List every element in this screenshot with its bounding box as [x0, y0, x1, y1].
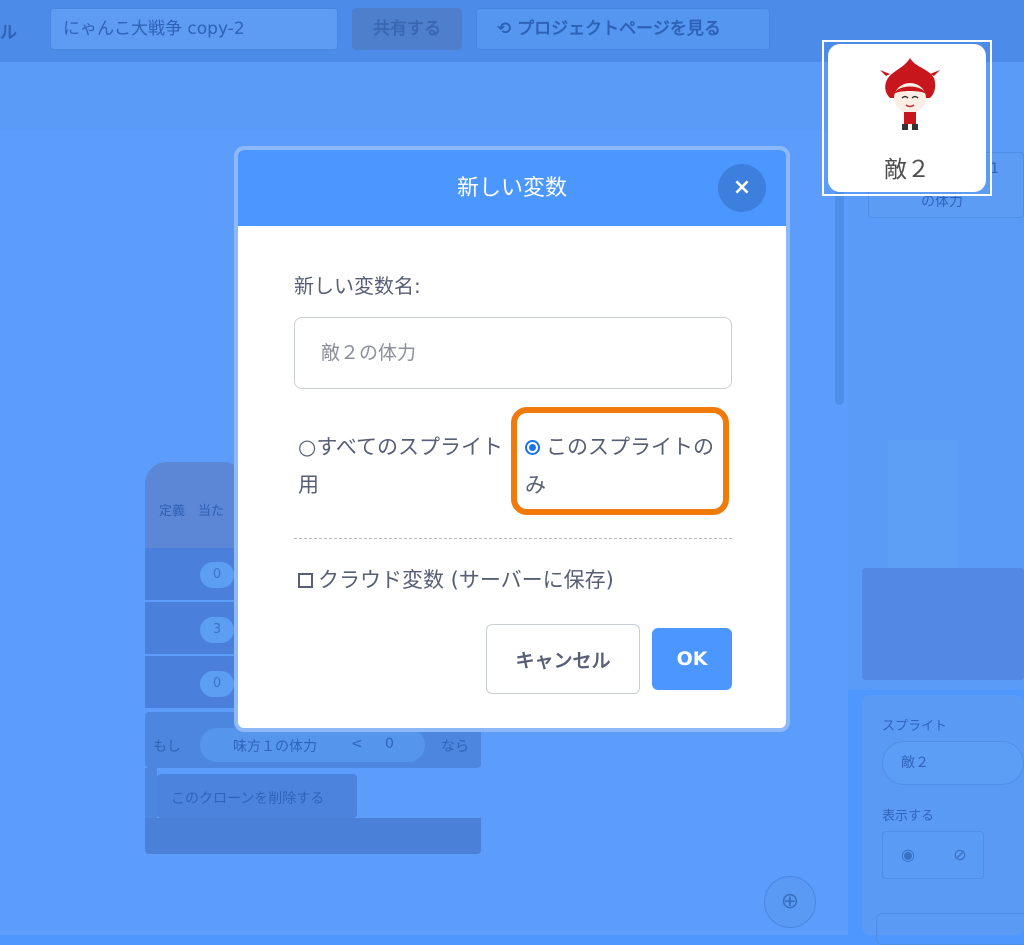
if-label: もし [153, 739, 181, 755]
if-block-side [145, 768, 157, 818]
see-project-icon: ⟲ [497, 19, 518, 39]
define-label: 定義 当た [159, 504, 225, 519]
project-page-button[interactable]: ⟲ プロジェクトページを見る [476, 8, 770, 50]
sprite-card-name: 敵２ [884, 157, 930, 183]
value-pill[interactable]: 0 [200, 671, 234, 697]
close-icon: × [732, 175, 752, 200]
cloud-variable-checkbox[interactable]: クラウド変数 (サーバーに保存) [298, 564, 614, 594]
sprite-label: スプライト [882, 719, 948, 734]
zoom-in-icon: ⊕ [780, 889, 800, 914]
show-eye-icon[interactable]: ◉ [883, 845, 933, 864]
cancel-button[interactable]: キャンセル [486, 624, 640, 694]
sprite-name-field[interactable]: 敵２ [882, 741, 1024, 785]
variable-name-input[interactable] [294, 317, 732, 389]
sprite-panel-buttons[interactable] [876, 913, 1024, 945]
dialog-header: 新しい変数 × [238, 150, 786, 226]
sprite-card-selected[interactable]: 敵２ [822, 40, 992, 196]
ok-button[interactable]: OK [652, 628, 732, 690]
sprite-thumbnail-image [880, 58, 940, 130]
condition-value: 0 [385, 736, 394, 752]
show-toggle[interactable]: ◉ ⊘ [882, 831, 984, 879]
radio-all-sprites[interactable]: ○すべてのスプライト用 [298, 428, 518, 504]
condition-operator: < [351, 736, 363, 752]
dashed-divider [294, 538, 732, 539]
delete-clone-label: このクローンを削除する [171, 791, 325, 807]
then-label: なら [441, 739, 469, 755]
value-pill[interactable]: 3 [200, 617, 234, 643]
close-button[interactable]: × [718, 164, 766, 212]
if-block-bottom [145, 818, 481, 854]
stage-building [888, 440, 958, 568]
radio-unselected-icon[interactable]: ○ [298, 435, 316, 459]
stage-floor [862, 568, 1024, 680]
cloud-variable-label: クラウド変数 (サーバーに保存) [318, 568, 614, 592]
sprite-card-body: 敵２ [828, 44, 986, 192]
condition-variable: 味方１の体力 [233, 739, 317, 755]
project-page-label: プロジェクトページを見る [517, 19, 721, 39]
share-button[interactable]: 共有する [352, 8, 462, 50]
value-pill[interactable]: 0 [200, 562, 234, 588]
show-label: 表示する [882, 809, 935, 824]
hide-eye-icon[interactable]: ⊘ [935, 845, 985, 864]
dialog-title: 新しい変数 [456, 176, 567, 201]
project-title-input[interactable]: にゃんこ大戦争 copy-2 [50, 8, 338, 50]
zoom-in-button[interactable]: ⊕ [764, 876, 816, 928]
sprite-info-panel: スプライト 敵２ 表示する ◉ ⊘ [862, 695, 1024, 945]
checkbox-icon[interactable] [298, 573, 313, 588]
annotation-highlight-box [511, 407, 729, 515]
radio-all-sprites-label: すべてのスプライト用 [298, 435, 504, 497]
menu-fragment[interactable]: ル [0, 18, 17, 43]
variable-name-label: 新しい変数名: [294, 274, 421, 298]
